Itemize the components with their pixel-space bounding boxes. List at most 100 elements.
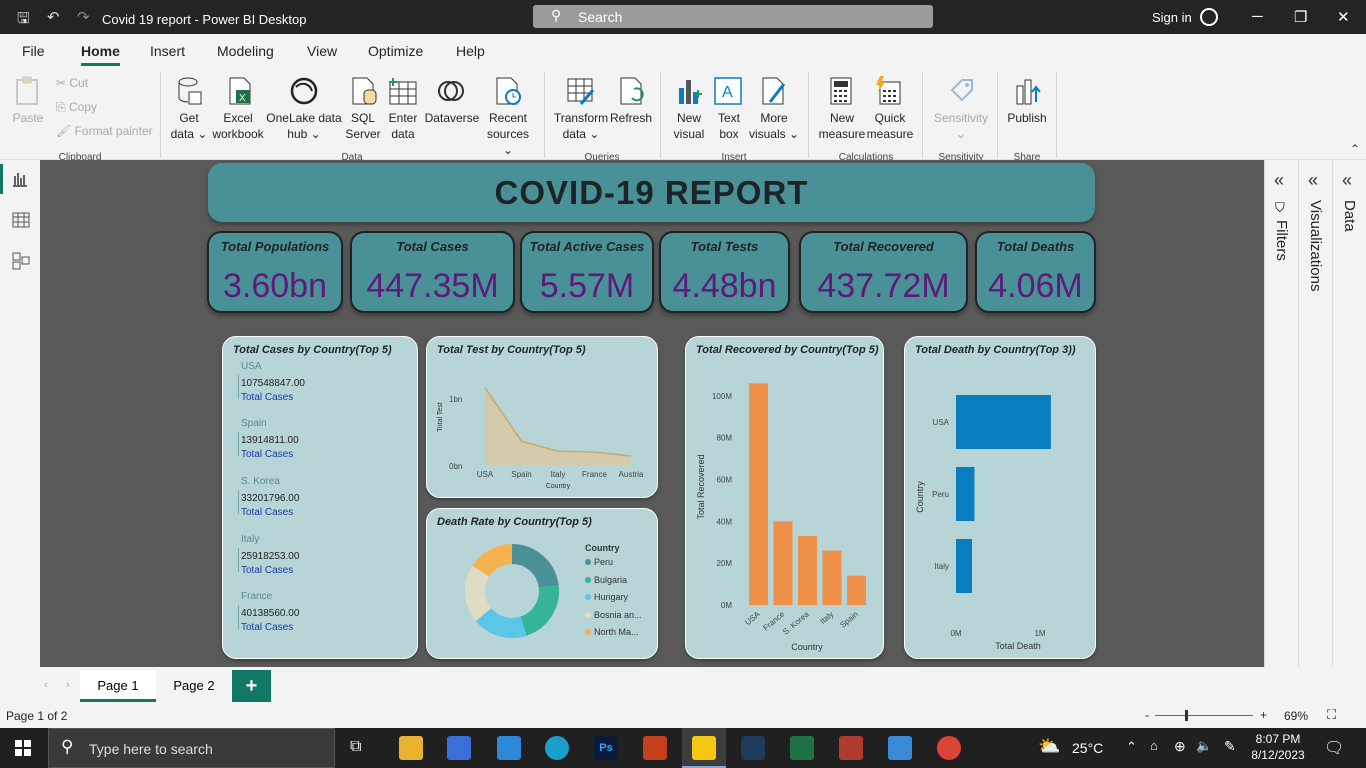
sql-server-icon — [352, 77, 377, 105]
copy-button[interactable]: ⎘ Copy — [56, 99, 97, 115]
sql-server-button[interactable]: SQL Server — [343, 110, 383, 142]
kpi-card-total-cases[interactable]: Total Cases 447.35M — [350, 231, 515, 313]
expand-filters-icon[interactable]: « — [1274, 170, 1284, 191]
copy-icon: ⎘ — [56, 100, 69, 114]
weather-temperature[interactable]: 25°C — [1072, 740, 1103, 756]
kpi-card-total-recovered[interactable]: Total Recovered 437.72M — [799, 231, 968, 313]
scroll-left-icon[interactable]: ‹ — [44, 679, 48, 691]
get-data-button[interactable]: Get data ⌄ — [166, 110, 212, 142]
excel-taskbar-icon[interactable] — [790, 736, 814, 760]
zoom-slider[interactable] — [1155, 715, 1253, 716]
close-icon[interactable]: ✕ — [1337, 8, 1350, 26]
menu-insert[interactable]: Insert — [150, 43, 185, 59]
tab-page-2[interactable]: Page 2 — [158, 670, 230, 702]
search-box[interactable]: ⚲ Search — [533, 5, 933, 28]
store-icon[interactable] — [447, 736, 471, 760]
menu-modeling[interactable]: Modeling — [217, 43, 274, 59]
measure-label: Total Cases — [241, 507, 294, 518]
cut-button[interactable]: ✂ Cut — [56, 75, 88, 91]
weather-icon[interactable]: ⛅ — [1038, 736, 1060, 757]
notifications-icon[interactable]: 🗨 — [1324, 738, 1344, 758]
photos-icon[interactable] — [888, 736, 912, 760]
menu-home[interactable]: Home — [81, 43, 120, 66]
edge-icon[interactable] — [545, 736, 569, 760]
collapse-ribbon-icon[interactable]: ⌃ — [1350, 142, 1360, 156]
data-label: Data — [1341, 200, 1358, 232]
paste-button[interactable]: Paste — [12, 110, 44, 126]
quick-measure-button[interactable]: Quick measure — [866, 110, 914, 142]
new-visual-button[interactable]: New visual — [672, 110, 706, 142]
chrome-icon[interactable] — [937, 736, 961, 760]
cases-by-country-card[interactable]: Total Cases by Country(Top 5) USA 1075488… — [222, 336, 418, 659]
app-icon[interactable] — [741, 736, 765, 760]
zoom-out-button[interactable]: - — [1145, 708, 1149, 722]
report-view-icon[interactable] — [12, 171, 28, 187]
menu-file[interactable]: File — [22, 43, 45, 59]
volume-icon[interactable]: 🔈 — [1196, 738, 1212, 754]
expand-visualizations-icon[interactable]: « — [1308, 170, 1318, 191]
fit-to-page-icon[interactable]: ⛶ — [1327, 707, 1336, 723]
powerbi-taskbar-button[interactable] — [682, 728, 726, 768]
ribbon-divider — [997, 72, 998, 158]
tab-page-1[interactable]: Page 1 — [80, 670, 156, 702]
tray-chevron-icon[interactable]: ⌃ — [1126, 739, 1137, 755]
zoom-in-button[interactable]: + — [1260, 708, 1267, 722]
menu-help[interactable]: Help — [456, 43, 485, 59]
dataverse-icon — [438, 81, 464, 101]
transform-data-button[interactable]: Transform data ⌄ — [552, 110, 610, 142]
maximize-icon[interactable]: ❐ — [1294, 8, 1307, 26]
undo-icon[interactable]: ↶ — [47, 8, 60, 26]
minimize-icon[interactable]: ─ — [1252, 8, 1263, 25]
tests-by-country-card[interactable]: Total Test by Country(Top 5) 0bn 1bn USA Sp… — [426, 336, 658, 498]
language-icon[interactable]: ⊕ — [1174, 738, 1186, 755]
table-view-icon[interactable] — [12, 212, 30, 228]
powerpoint-icon[interactable] — [643, 736, 667, 760]
new-measure-button[interactable]: New measure — [818, 110, 866, 142]
menu-view[interactable]: View — [307, 43, 337, 59]
redo-icon[interactable]: ↷ — [77, 8, 90, 26]
recovered-by-country-card[interactable]: Total Recovered by Country(Top 5) 0M 20M 4… — [685, 336, 884, 659]
refresh-button[interactable]: Refresh — [610, 110, 652, 126]
dataverse-button[interactable]: Dataverse — [424, 110, 480, 126]
scroll-right-icon[interactable]: › — [66, 679, 70, 691]
photoshop-icon[interactable]: Ps — [594, 736, 618, 760]
filters-label: Filters — [1273, 220, 1290, 261]
file-explorer-icon[interactable] — [399, 736, 423, 760]
text-box-button[interactable]: Text box — [712, 110, 746, 142]
menu-optimize[interactable]: Optimize — [368, 43, 423, 59]
zoom-slider-handle[interactable] — [1185, 710, 1188, 721]
recent-sources-button[interactable]: Recent sources ⌄ — [482, 110, 534, 158]
sensitivity-button[interactable]: Sensitivity ⌄ — [930, 110, 992, 142]
excel-workbook-button[interactable]: Excel workbook — [210, 110, 266, 142]
add-page-button[interactable]: + — [232, 670, 271, 702]
more-visuals-button[interactable]: More visuals ⌄ — [748, 110, 800, 142]
user-icon[interactable] — [1200, 8, 1218, 26]
enter-data-button[interactable]: Enter data — [384, 110, 422, 142]
save-icon[interactable]: 🖫 — [17, 8, 30, 33]
format-painter-button[interactable]: 🖌 Format painter — [56, 123, 153, 139]
onelake-hub-button[interactable]: OneLake data hub ⌄ — [266, 110, 342, 142]
death-by-country-card[interactable]: Total Death by Country(Top 3)) USA Peru It… — [904, 336, 1096, 659]
search-icon: ⚲ — [551, 7, 562, 23]
kpi-card-populations[interactable]: Total Populations 3.60bn — [207, 231, 343, 313]
windows-start-icon[interactable] — [15, 740, 31, 756]
sign-in-link[interactable]: Sign in — [1152, 10, 1192, 25]
publish-button[interactable]: Publish — [1004, 110, 1050, 126]
death-rate-card[interactable]: Death Rate by Country(Top 5) Country Per… — [426, 508, 658, 659]
network-icon[interactable]: ⌂ — [1150, 738, 1158, 753]
kpi-card-total-tests[interactable]: Total Tests 4.48bn — [659, 231, 790, 313]
mail-icon[interactable] — [497, 736, 521, 760]
transform-data-icon — [567, 78, 595, 105]
expand-data-icon[interactable]: « — [1342, 170, 1352, 191]
kpi-card-total-deaths[interactable]: Total Deaths 4.06M — [975, 231, 1096, 313]
taskbar-search[interactable]: ⚲ Type here to search — [48, 728, 335, 768]
task-view-icon[interactable]: ⧉ — [350, 738, 361, 756]
model-view-icon[interactable] — [12, 252, 30, 270]
app-icon[interactable] — [839, 736, 863, 760]
kpi-card-active-cases[interactable]: Total Active Cases 5.57M — [520, 231, 654, 313]
pen-icon[interactable]: ✎ — [1224, 738, 1236, 755]
filters-pane[interactable]: « ⛉ Filters — [1264, 160, 1298, 667]
clock[interactable]: 8:07 PM 8/12/2023 — [1250, 731, 1306, 763]
data-pane[interactable]: « Data — [1332, 160, 1366, 667]
visualizations-pane[interactable]: « Visualizations — [1298, 160, 1332, 667]
